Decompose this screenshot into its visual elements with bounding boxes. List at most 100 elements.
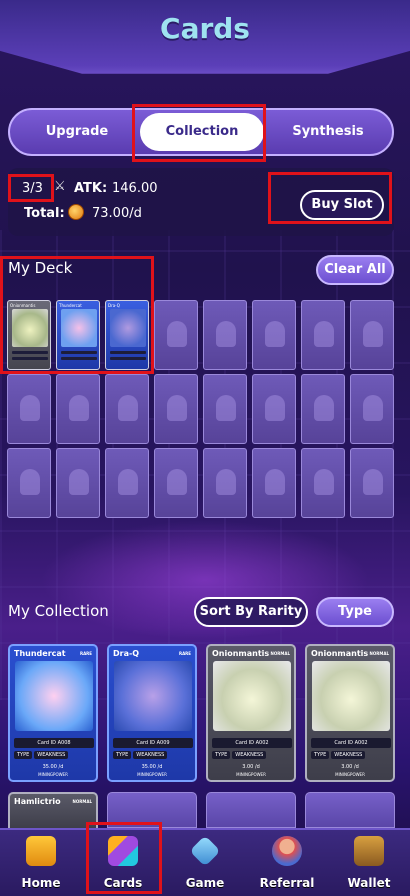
bottom-nav: Home Cards Game Referral Wallet <box>0 828 410 896</box>
card-power: 3.00 /d <box>307 764 393 770</box>
empty-deck-slot[interactable] <box>105 448 149 518</box>
page-title: Cards <box>160 12 250 45</box>
card-power: 3.00 /d <box>208 764 294 770</box>
stats-panel: 3/3 ⚔ ATK: 146.00 Total: 73.00/d Buy Slo… <box>8 168 394 236</box>
card-art <box>213 661 291 731</box>
clear-all-button[interactable]: Clear All <box>316 255 394 285</box>
nav-game[interactable]: Game <box>164 830 246 896</box>
nav-referral[interactable]: Referral <box>246 830 328 896</box>
slot-placeholder-icon <box>20 469 40 495</box>
tab-synthesis[interactable]: Synthesis <box>264 113 392 151</box>
cards-icon <box>108 836 138 866</box>
card-power: 35.00 /d <box>10 764 96 770</box>
card-name: Dra-Q <box>113 649 140 658</box>
nav-wallet-label: Wallet <box>347 876 391 890</box>
type-filter-button[interactable]: Type <box>316 597 394 627</box>
coin-icon <box>68 204 84 220</box>
deck-card-name: Dra-Q <box>108 303 120 308</box>
buy-slot-button[interactable]: Buy Slot <box>300 190 384 220</box>
card-name: Hamlictrio <box>14 797 61 806</box>
card-name: Thundercat <box>14 649 66 658</box>
card-id: Card ID A002 <box>212 738 292 748</box>
card-art <box>114 661 192 731</box>
nav-game-label: Game <box>185 876 225 890</box>
empty-deck-slot[interactable] <box>154 448 198 518</box>
card-weakness: WEAKNESS <box>232 751 267 759</box>
empty-deck-slot[interactable] <box>301 300 345 370</box>
card-id: Card ID A009 <box>113 738 193 748</box>
sort-by-rarity-button[interactable]: Sort By Rarity <box>194 597 308 627</box>
empty-deck-slot[interactable] <box>203 300 247 370</box>
empty-deck-slot[interactable] <box>350 448 394 518</box>
empty-deck-slot[interactable] <box>56 448 100 518</box>
chest-icon <box>354 836 384 866</box>
empty-deck-slot[interactable] <box>7 448 51 518</box>
empty-deck-slot[interactable] <box>301 448 345 518</box>
atk-value: 146.00 <box>112 181 158 196</box>
card-mining-label: MININGPOWER <box>38 772 68 777</box>
slot-placeholder-icon <box>265 469 285 495</box>
empty-deck-slot[interactable] <box>252 448 296 518</box>
slot-placeholder-icon <box>265 395 285 421</box>
tab-collection[interactable]: Collection <box>140 113 264 151</box>
collection-title: My Collection <box>8 602 109 620</box>
slot-placeholder-icon <box>363 395 383 421</box>
collection-card-onionmantis[interactable]: Onionmantis NORMAL Card ID A002 TYPE WEAK… <box>305 644 395 782</box>
tab-upgrade[interactable]: Upgrade <box>14 113 140 151</box>
atk-label: ATK: <box>74 181 108 196</box>
card-rarity: NORMAL <box>270 651 290 656</box>
empty-deck-slot[interactable] <box>154 374 198 444</box>
slot-placeholder-icon <box>265 321 285 347</box>
nav-wallet[interactable]: Wallet <box>328 830 410 896</box>
collection-card-thundercat[interactable]: Thundercat RARE Card ID A008 TYPE WEAKNES… <box>8 644 98 782</box>
empty-deck-slot[interactable] <box>203 448 247 518</box>
nav-home[interactable]: Home <box>0 830 82 896</box>
card-bar <box>61 357 97 360</box>
card-id: Card ID A002 <box>311 738 391 748</box>
empty-deck-slot[interactable] <box>252 300 296 370</box>
slot-placeholder-icon <box>216 395 236 421</box>
collection-card-hamlictrio[interactable]: Hamlictrio NORMAL <box>8 792 98 828</box>
deck-card-thundercat[interactable]: Thundercat <box>56 300 100 370</box>
card-weakness: WEAKNESS <box>133 751 168 759</box>
empty-deck-slot[interactable] <box>350 374 394 444</box>
collection-card-onionmantis[interactable]: Onionmantis NORMAL Card ID A002 TYPE WEAK… <box>206 644 296 782</box>
deck-card-dra-q[interactable]: Dra-Q <box>105 300 149 370</box>
card-power-value: 3.00 <box>341 764 353 770</box>
slot-placeholder-icon <box>69 395 89 421</box>
card-mining-label: MININGPOWER <box>236 772 266 777</box>
slot-placeholder-icon <box>118 469 138 495</box>
empty-deck-slot[interactable] <box>252 374 296 444</box>
slot-placeholder-icon <box>167 395 187 421</box>
card-art <box>312 661 390 731</box>
card-power-unit: /d <box>58 764 64 770</box>
slot-placeholder-icon <box>69 469 89 495</box>
deck-card-name: Onionmantis <box>10 303 36 308</box>
card-power-unit: /d <box>157 764 163 770</box>
empty-deck-slot[interactable] <box>56 374 100 444</box>
empty-deck-slot[interactable] <box>203 374 247 444</box>
empty-deck-slot[interactable] <box>105 374 149 444</box>
total-value: 73.00/d <box>92 206 142 221</box>
card-art <box>61 309 97 347</box>
nav-cards-label: Cards <box>103 876 143 890</box>
slot-placeholder-icon <box>363 321 383 347</box>
card-rarity: NORMAL <box>369 651 389 656</box>
card-mining-label: MININGPOWER <box>335 772 365 777</box>
person-icon <box>272 836 302 866</box>
card-name: Onionmantis <box>212 649 270 658</box>
card-rarity: RARE <box>80 651 92 656</box>
card-name: Onionmantis <box>311 649 369 658</box>
empty-deck-slot[interactable] <box>154 300 198 370</box>
empty-deck-slot[interactable] <box>7 374 51 444</box>
card-power-unit: /d <box>353 764 359 770</box>
collection-card-dra-q[interactable]: Dra-Q RARE Card ID A009 TYPE WEAKNESS 35.… <box>107 644 197 782</box>
card-type: TYPE <box>113 751 132 759</box>
card-type: TYPE <box>212 751 231 759</box>
collection-empty-slot <box>107 792 197 828</box>
empty-deck-slot[interactable] <box>350 300 394 370</box>
deck-card-onionmantis[interactable]: Onionmantis <box>7 300 51 370</box>
empty-deck-slot[interactable] <box>301 374 345 444</box>
nav-cards[interactable]: Cards <box>82 830 164 896</box>
slot-placeholder-icon <box>167 469 187 495</box>
